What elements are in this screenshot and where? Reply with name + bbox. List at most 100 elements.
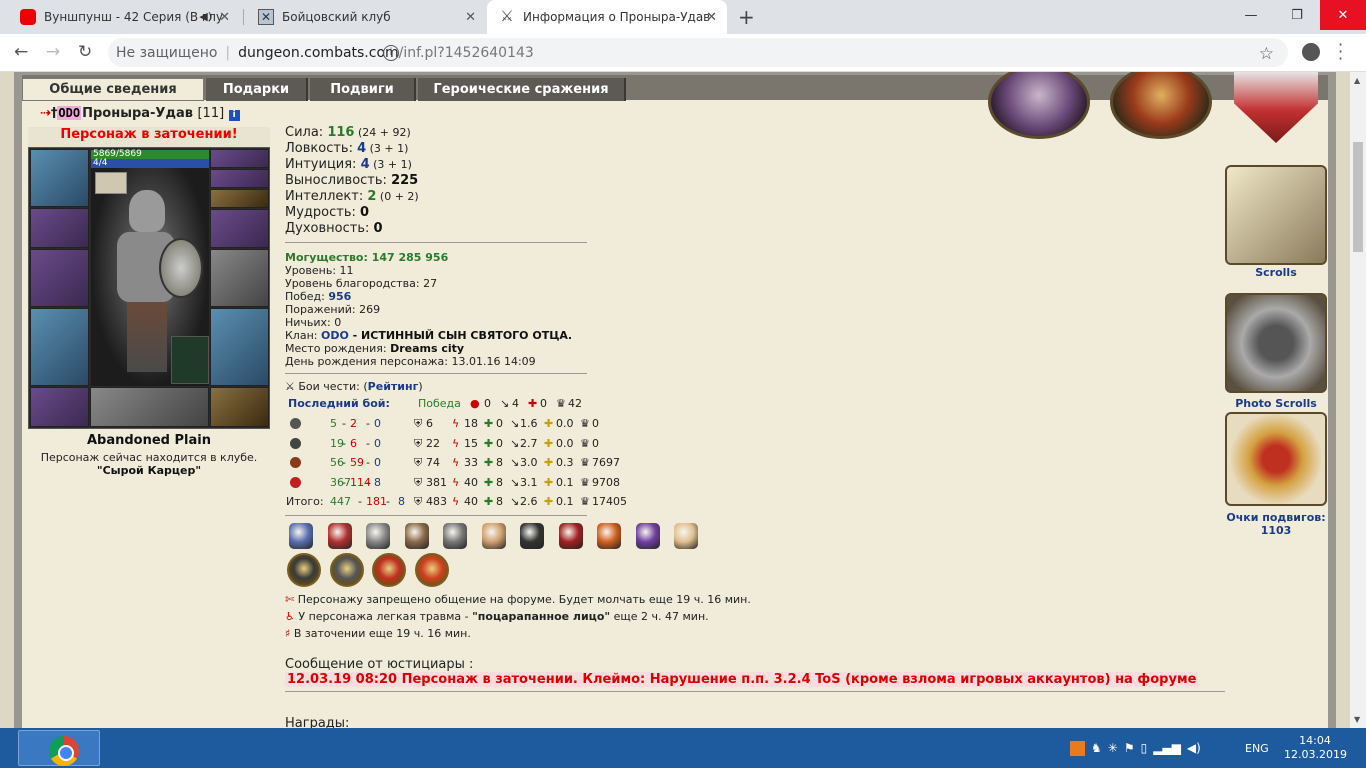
scroll-thumb[interactable]: [1353, 142, 1363, 252]
shield-slot[interactable]: [210, 249, 269, 307]
scrolls-link[interactable]: Scrolls: [1212, 266, 1340, 279]
shield-icon: ⛨: [414, 456, 423, 469]
hit-icon: ↘: [500, 397, 510, 410]
mana-bar: 4/4: [91, 159, 209, 168]
bracers-slot[interactable]: [30, 208, 89, 248]
damage-icon: ●: [470, 397, 480, 410]
tray-flag-icon[interactable]: ⚑: [1124, 741, 1135, 755]
achievement-badge-icon[interactable]: [327, 523, 352, 549]
close-tab-icon[interactable]: ✕: [706, 10, 717, 25]
last-battle-result[interactable]: Победа: [418, 397, 461, 410]
achievement-badge-icon[interactable]: [481, 523, 506, 549]
achievement-badge-icon[interactable]: [597, 523, 621, 549]
medal-icon[interactable]: [329, 553, 364, 587]
earrings-slot[interactable]: [210, 149, 269, 168]
menu-dots-icon[interactable]: · · ·: [1338, 37, 1343, 67]
chrome-icon: [49, 736, 79, 766]
tray-horse-icon[interactable]: ♞: [1091, 741, 1102, 755]
clan-link[interactable]: ODO: [321, 329, 349, 342]
page-scrollbar[interactable]: ▲ ▼: [1350, 72, 1366, 728]
wings-slot[interactable]: [90, 387, 209, 427]
achievement-badge-icon[interactable]: [404, 523, 429, 549]
helmet-slot[interactable]: [30, 149, 89, 207]
stat-spirituality: Духовность: 0: [285, 221, 383, 237]
tab-info-active[interactable]: ⚔ Информация о Проныра-Удав ✕: [487, 0, 727, 34]
close-window-button[interactable]: ✕: [1320, 0, 1366, 30]
achievement-badge-icon[interactable]: [520, 523, 544, 549]
clan-tag[interactable]: ODO: [57, 106, 82, 120]
medal-icon[interactable]: [372, 553, 406, 587]
dash: -: [366, 475, 370, 489]
speaker-icon[interactable]: ◀): [199, 10, 212, 23]
medal-icon[interactable]: [287, 553, 321, 587]
tray-network-icon[interactable]: ✳: [1108, 741, 1118, 755]
leggings-slot[interactable]: [210, 308, 269, 386]
weapon-slot[interactable]: [30, 249, 89, 307]
medal-icon[interactable]: [414, 553, 449, 587]
boots-slot[interactable]: [210, 387, 269, 427]
rating-link[interactable]: Рейтинг: [368, 380, 419, 393]
tray-app-icon[interactable]: [1070, 740, 1085, 756]
page-viewport: Общие сведения Подарки Подвиги Героическ…: [0, 72, 1350, 728]
pet-slot[interactable]: [171, 336, 209, 384]
restore-button[interactable]: ❐: [1274, 0, 1320, 30]
achievement-badge-icon[interactable]: [443, 523, 467, 549]
chrome-taskbar-button[interactable]: [18, 730, 100, 766]
achievement-badge-icon[interactable]: [289, 523, 313, 549]
scrolls-book-icon[interactable]: [1225, 165, 1327, 265]
info-icon[interactable]: i: [228, 110, 240, 121]
armor-slot[interactable]: [30, 308, 89, 386]
minimize-button[interactable]: —: [1228, 0, 1274, 30]
tray-battery-icon[interactable]: ▯: [1141, 741, 1148, 755]
stat-label: Сила:: [285, 125, 328, 140]
tray-signal-icon[interactable]: ▂▄▆: [1153, 741, 1181, 755]
camera-icon[interactable]: [1225, 293, 1327, 393]
scroll-up-icon[interactable]: ▲: [1354, 76, 1360, 85]
close-tab-icon[interactable]: ✕: [465, 10, 476, 25]
language-indicator[interactable]: ENG: [1245, 742, 1269, 755]
value: 42: [568, 397, 582, 410]
apple-emblem-icon[interactable]: [1110, 72, 1212, 139]
close-tab-icon[interactable]: ✕: [219, 10, 230, 25]
profile-avatar-icon[interactable]: [1302, 43, 1320, 61]
value: 8: [496, 456, 503, 469]
achievement-badge-icon[interactable]: [366, 523, 390, 549]
stat-label: Интеллект:: [285, 189, 368, 204]
forward-arrow-icon[interactable]: →: [46, 42, 60, 62]
crown-emblem-icon[interactable]: [988, 72, 1090, 139]
achievement-badge-icon[interactable]: [635, 523, 660, 549]
character-name-line: ⇢†ODO Проныра-Удав [11] i: [40, 106, 240, 121]
tab-combats[interactable]: ✕ Бойцовский клуб ✕: [246, 0, 486, 34]
tab-feats[interactable]: Подвиги: [310, 78, 416, 101]
rings-slot[interactable]: [210, 189, 269, 208]
achievement-badge-icon[interactable]: [558, 523, 583, 549]
feat-points-label[interactable]: Очки подвигов:: [1212, 511, 1340, 524]
stat-label: Мудрость:: [285, 205, 360, 220]
amulet-slot[interactable]: [210, 169, 269, 188]
back-arrow-icon[interactable]: ←: [14, 42, 28, 62]
achievement-badge-icon[interactable]: [674, 523, 698, 549]
gloves-slot[interactable]: [210, 209, 269, 248]
value: 147 285 956: [371, 251, 449, 264]
tray-volume-icon[interactable]: ◀): [1187, 741, 1201, 755]
value: 0: [540, 397, 547, 410]
status-icon: [95, 172, 127, 194]
bookmark-star-icon[interactable]: ☆: [1259, 44, 1274, 64]
tab-heroic-battles[interactable]: Героические сражения: [418, 78, 626, 101]
belt-slot[interactable]: [30, 387, 89, 427]
reload-icon[interactable]: ↻: [78, 42, 92, 62]
scroll-down-icon[interactable]: ▼: [1354, 715, 1360, 724]
photo-scrolls-link[interactable]: Photo Scrolls: [1212, 397, 1340, 410]
tab-general-info[interactable]: Общие сведения: [22, 78, 204, 101]
clock[interactable]: 14:04 12.03.2019: [1284, 734, 1347, 762]
tab-youtube[interactable]: Вуншпунш - 42 Серия (В глу ◀) ✕: [8, 0, 240, 34]
tab-gifts[interactable]: Подарки: [206, 78, 308, 101]
new-tab-button[interactable]: +: [738, 5, 755, 29]
stat-intuition: Интуиция: 4 (3 + 1): [285, 157, 412, 173]
feats-book-icon[interactable]: [1225, 412, 1327, 506]
hit-icon: ↘: [510, 475, 520, 489]
address-bar[interactable]: i Не защищено | dungeon.combats.com/inf.…: [108, 38, 1288, 67]
info-icon[interactable]: i: [383, 44, 399, 61]
shield-emblem-icon[interactable]: [1234, 72, 1318, 143]
browser-toolbar: ← → ↻ i Не защищено | dungeon.combats.co…: [0, 34, 1366, 72]
